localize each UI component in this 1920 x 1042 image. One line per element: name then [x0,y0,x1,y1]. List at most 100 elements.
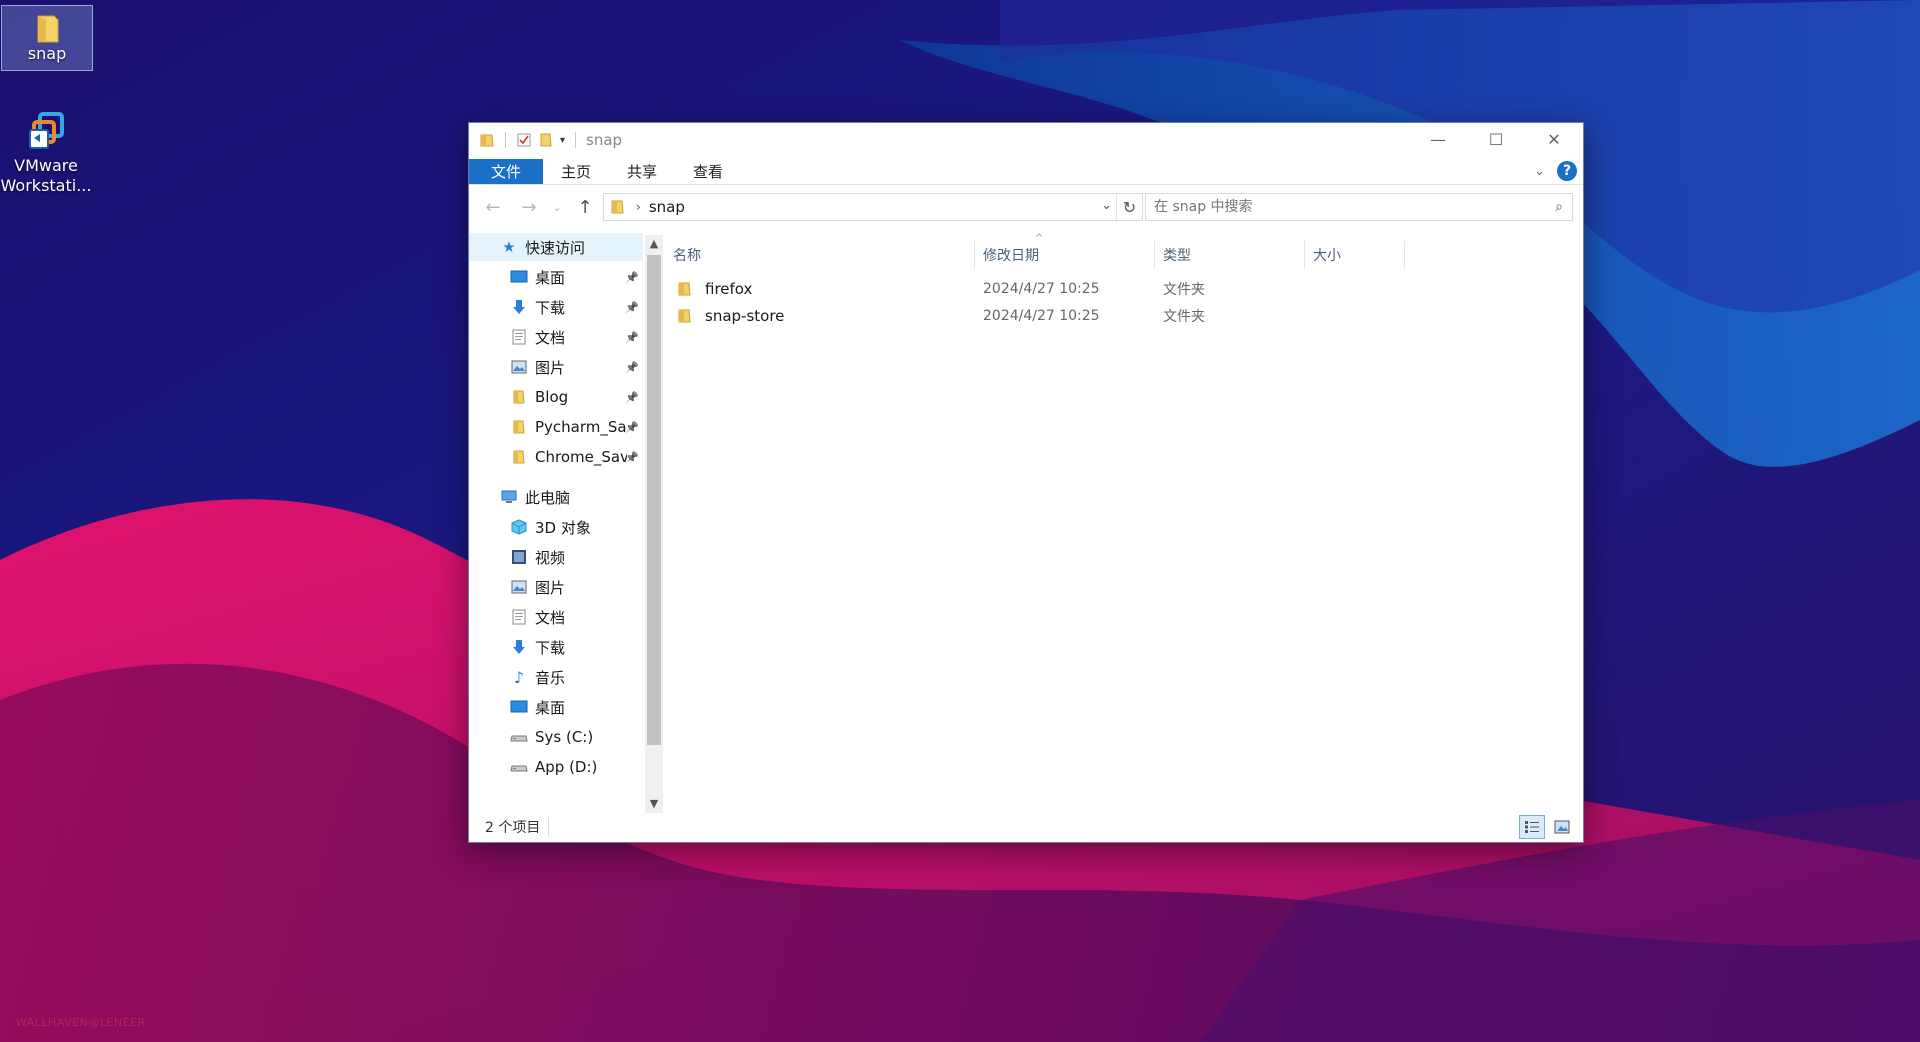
ribbon-tabs: 文件 主页 共享 查看 ⌄ ? [469,159,1583,185]
navigation-pane: ★ 快速访问 桌面 📌 下载 📌 文档 📌 图片 📌 Blog 📌 Pycharm_Sav 📌 Chro… [469,233,645,809]
column-name[interactable]: 名称 [665,241,975,269]
file-date: 2024/4/27 10:25 [983,280,1100,297]
desktop-icon-label: snap [27,44,67,63]
wallpaper-watermark: WALLHAVEN@LENEER [16,1016,146,1029]
chevron-right-icon: › [636,200,641,214]
search-icon: ⌕ [1555,199,1563,215]
details-view-icon [1525,821,1539,833]
pin-icon[interactable]: 📌 [625,271,639,284]
desktop-icon-snap[interactable]: snap [1,5,93,71]
back-button[interactable]: ← [475,197,511,218]
search-input[interactable] [1146,194,1546,220]
nav-item[interactable]: 下载 [469,633,643,661]
recent-locations-button[interactable]: ⌄ [547,201,567,214]
pin-icon[interactable]: 📌 [625,451,639,464]
video-icon [509,548,529,566]
expand-ribbon-icon[interactable]: ⌄ [1534,164,1545,179]
navigation-bar: ← → ⌄ ↑ › snap ⌄ ↻ ⌕ [469,187,1583,227]
column-type[interactable]: 类型 [1155,241,1305,269]
drive-icon [509,758,529,776]
nav-item[interactable]: Pycharm_Sav 📌 [469,413,643,441]
customize-toolbar-icon[interactable]: ▾ [560,135,565,146]
close-button[interactable]: ✕ [1525,123,1583,155]
nav-item-label: 图片 [535,358,566,377]
large-icons-view-button[interactable] [1549,815,1575,839]
nav-item-label: 音乐 [535,668,566,687]
title-bar[interactable]: ▾ snap — ☐ ✕ [469,123,1583,157]
nav-item[interactable]: Blog 📌 [469,383,643,411]
nav-item-label: 下载 [535,298,566,317]
file-explorer-window[interactable]: ▾ snap — ☐ ✕ 文件 主页 共享 查看 ⌄ ? ← → ⌄ ↑ › s… [468,122,1584,843]
nav-item[interactable]: 文档 [469,603,643,631]
nav-item[interactable]: 文档 📌 [469,323,643,351]
file-name: snap-store [705,306,785,325]
forward-button[interactable]: → [511,197,547,218]
nav-item-label: 文档 [535,608,566,627]
desktop-icon-vmware[interactable]: VMware Workstati... [0,106,92,196]
nav-item-label: 桌面 [535,698,566,717]
tab-home[interactable]: 主页 [543,159,609,184]
nav-item[interactable]: App (D:) [469,753,643,781]
pin-icon[interactable]: 📌 [625,421,639,434]
nav-item[interactable]: Chrome_Sav 📌 [469,443,643,471]
maximize-button[interactable]: ☐ [1467,123,1525,155]
file-name: firefox [705,279,753,298]
nav-item[interactable]: 桌面 [469,693,643,721]
nav-item[interactable]: 图片 [469,573,643,601]
nav-item[interactable]: 下载 📌 [469,293,643,321]
tab-file[interactable]: 文件 [469,159,544,184]
nav-item[interactable]: 图片 📌 [469,353,643,381]
folder-icon [37,15,59,43]
nav-item[interactable]: ♪ 音乐 [469,663,643,691]
folder-icon [678,309,691,322]
document-icon [509,328,529,346]
refresh-button[interactable]: ↻ [1116,194,1142,220]
address-bar[interactable]: › snap ⌄ ↻ [603,193,1143,221]
nav-item[interactable]: 视频 [469,543,643,571]
table-row[interactable]: snap-store 2024/4/27 10:25 文件夹 [665,302,1563,329]
new-folder-icon[interactable] [538,132,554,148]
minimize-button[interactable]: — [1409,123,1467,155]
computer-icon [499,488,519,506]
nav-item-label: 文档 [535,328,566,347]
nav-item-label: App (D:) [535,758,598,776]
scroll-down-arrow[interactable]: ▼ [645,795,663,813]
folder-icon [480,134,494,147]
column-size[interactable]: 大小 [1305,241,1405,269]
search-box[interactable]: ⌕ [1145,193,1573,221]
breadcrumb-item[interactable]: snap [649,198,685,216]
nav-quick-access[interactable]: ★ 快速访问 [469,233,643,261]
window-title: snap [586,131,623,149]
pin-icon[interactable]: 📌 [625,391,639,404]
up-button[interactable]: ↑ [567,197,603,218]
folder-icon [678,282,691,295]
nav-pane-scrollbar[interactable]: ▲ ▼ [645,235,663,813]
nav-item-label: 图片 [535,578,566,597]
quick-access-toolbar: ▾ [469,132,580,148]
item-count: 2 个项目 [469,817,550,837]
desktop-icon [509,698,529,716]
column-date-modified[interactable]: 修改日期 [975,241,1155,269]
nav-this-pc[interactable]: 此电脑 [469,483,643,511]
pin-icon[interactable]: 📌 [625,331,639,344]
details-view-button[interactable] [1519,815,1545,839]
scroll-thumb[interactable] [647,255,661,745]
tab-view[interactable]: 查看 [675,159,741,184]
nav-item[interactable]: 桌面 📌 [469,263,643,291]
table-row[interactable]: firefox 2024/4/27 10:25 文件夹 [665,275,1563,302]
help-button[interactable]: ? [1557,161,1577,181]
nav-item[interactable]: Sys (C:) [469,723,643,751]
folder-icon [509,418,529,436]
file-type: 文件夹 [1163,281,1205,298]
picture-icon [509,358,529,376]
download-icon [509,638,529,656]
properties-icon[interactable] [516,132,532,148]
tab-share[interactable]: 共享 [609,159,675,184]
nav-item[interactable]: 3D 对象 [469,513,643,541]
document-icon [509,608,529,626]
pin-icon[interactable]: 📌 [625,361,639,374]
nav-item-label: Sys (C:) [535,728,594,746]
pin-icon[interactable]: 📌 [625,301,639,314]
address-dropdown-icon[interactable]: ⌄ [1101,198,1112,213]
scroll-up-arrow[interactable]: ▲ [645,235,663,253]
